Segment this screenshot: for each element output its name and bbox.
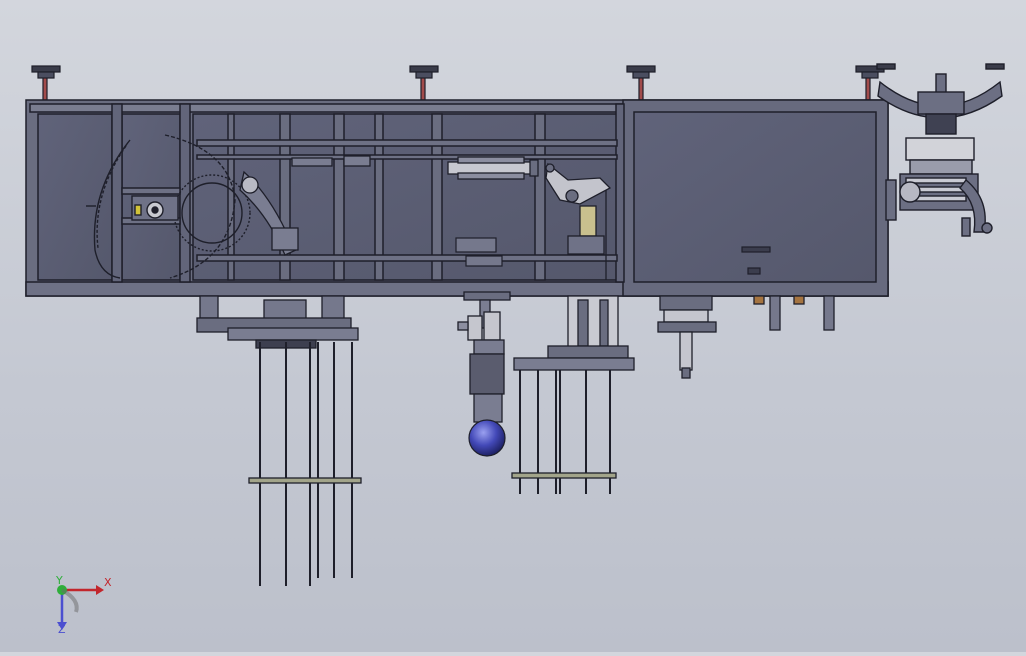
cad-viewport[interactable]: X Y Z (0, 0, 1026, 652)
pneumatic-cylinder (447, 156, 539, 180)
under-left-assembly (196, 295, 362, 586)
center-column (457, 291, 511, 423)
ball-caster-icon (468, 419, 506, 457)
leveling-foot-icon (31, 65, 61, 101)
end-assembly (876, 63, 1005, 237)
under-cylinder-block (657, 295, 717, 379)
triad-y-label: Y (56, 574, 63, 587)
leveling-foot-icon (626, 65, 656, 101)
under-right-feet (753, 295, 835, 331)
triad-x-label: X (104, 576, 112, 589)
machine-drawing (25, 63, 1005, 630)
under-right-rack (511, 295, 635, 494)
leveling-foot-icon (409, 65, 439, 101)
triad-z-label: Z (58, 623, 66, 636)
